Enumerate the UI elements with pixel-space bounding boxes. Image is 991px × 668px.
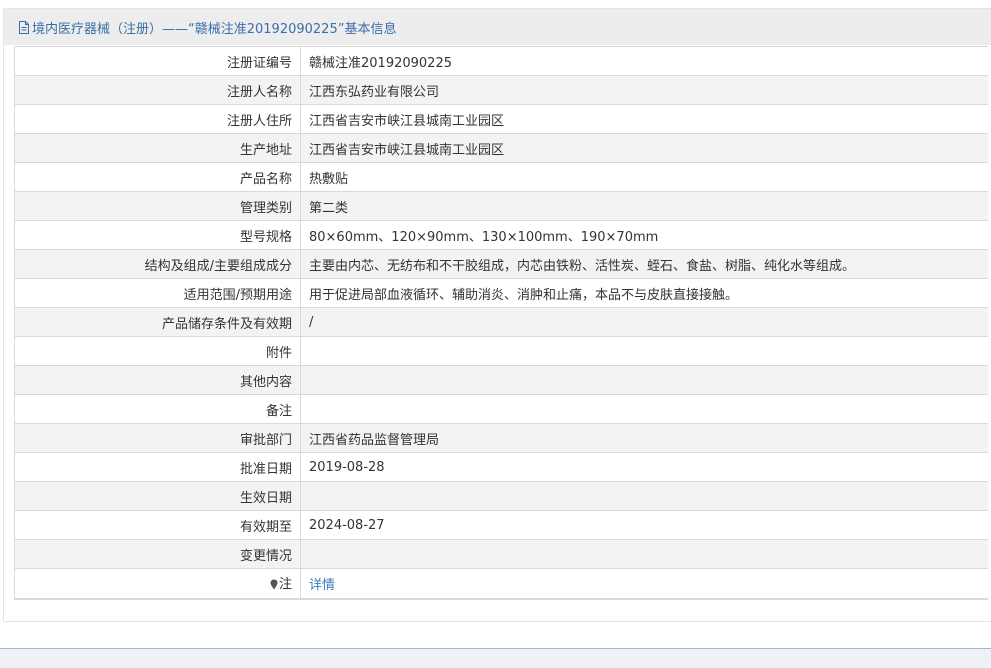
row-label: 批准日期 — [14, 452, 301, 482]
table-row: 注册人名称 江西东弘药业有限公司 — [14, 75, 988, 105]
row-value: 江西东弘药业有限公司 — [300, 75, 988, 105]
row-value: 第二类 — [300, 191, 988, 221]
document-icon — [18, 20, 30, 34]
row-value: 江西省吉安市峡江县城南工业园区 — [300, 104, 988, 134]
row-label: 变更情况 — [14, 539, 301, 569]
row-value — [300, 336, 988, 366]
table-row: 生效日期 — [14, 481, 988, 511]
table-row: 生产地址 江西省吉安市峡江县城南工业园区 — [14, 133, 988, 163]
row-label: 生产地址 — [14, 133, 301, 163]
table-row: 审批部门 江西省药品监督管理局 — [14, 423, 988, 453]
row-label: 备注 — [14, 394, 301, 424]
page-title: 境内医疗器械（注册）——“赣械注准20192090225”基本信息 — [32, 21, 397, 37]
info-table: 注册证编号 赣械注准20192090225 注册人名称 江西东弘药业有限公司 注册人住所… — [14, 46, 988, 600]
table-row: 产品名称 热敷贴 — [14, 162, 988, 192]
panel-header: 境内医疗器械（注册）——“赣械注准20192090225”基本信息 — [4, 9, 991, 45]
table-row: 注册证编号 赣械注准20192090225 — [14, 46, 988, 76]
row-label: 型号规格 — [14, 220, 301, 250]
pin-icon — [270, 579, 278, 594]
table-row: 变更情况 — [14, 539, 988, 569]
row-label: 有效期至 — [14, 510, 301, 540]
row-label: 注册人名称 — [14, 75, 301, 105]
row-label: 注 — [14, 568, 301, 600]
row-value: 2024-08-27 — [300, 510, 988, 540]
row-value: 主要由内芯、无纺布和不干胶组成，内芯由铁粉、活性炭、蛭石、食盐、树脂、纯化水等组… — [300, 249, 988, 279]
table-row: 注册人住所 江西省吉安市峡江县城南工业园区 — [14, 104, 988, 134]
row-value: 江西省吉安市峡江县城南工业园区 — [300, 133, 988, 163]
row-label: 审批部门 — [14, 423, 301, 453]
row-value — [300, 365, 988, 395]
row-label: 注册证编号 — [14, 46, 301, 76]
row-value — [300, 481, 988, 511]
table-row: 附件 — [14, 336, 988, 366]
row-value — [300, 394, 988, 424]
note-label: 注 — [278, 577, 292, 592]
footer-bar — [0, 648, 991, 668]
table-row: 适用范围/预期用途 用于促进局部血液循环、辅助消炎、消肿和止痛，本品不与皮肤直接接… — [14, 278, 988, 308]
table-row: 批准日期 2019-08-28 — [14, 452, 988, 482]
row-label: 附件 — [14, 336, 301, 366]
table-row-note: 注 详情 — [14, 568, 988, 600]
row-value: 赣械注准20192090225 — [300, 46, 988, 76]
row-value — [300, 539, 988, 569]
row-label: 适用范围/预期用途 — [14, 278, 301, 308]
row-label: 产品名称 — [14, 162, 301, 192]
row-label: 注册人住所 — [14, 104, 301, 134]
row-value: 江西省药品监督管理局 — [300, 423, 988, 453]
row-label: 生效日期 — [14, 481, 301, 511]
table-row: 产品储存条件及有效期 / — [14, 307, 988, 337]
row-label: 产品储存条件及有效期 — [14, 307, 301, 337]
row-label: 其他内容 — [14, 365, 301, 395]
row-label: 结构及组成/主要组成成分 — [14, 249, 301, 279]
row-value: 热敷贴 — [300, 162, 988, 192]
details-link[interactable]: 详情 — [309, 578, 335, 593]
table-row: 型号规格 80×60mm、120×90mm、130×100mm、190×70mm — [14, 220, 988, 250]
row-value: 2019-08-28 — [300, 452, 988, 482]
table-row: 备注 — [14, 394, 988, 424]
row-value: 用于促进局部血液循环、辅助消炎、消肿和止痛，本品不与皮肤直接接触。 — [300, 278, 988, 308]
row-value: / — [300, 307, 988, 337]
table-row: 管理类别 第二类 — [14, 191, 988, 221]
row-value: 80×60mm、120×90mm、130×100mm、190×70mm — [300, 220, 988, 250]
table-row: 有效期至 2024-08-27 — [14, 510, 988, 540]
table-row: 其他内容 — [14, 365, 988, 395]
table-row: 结构及组成/主要组成成分 主要由内芯、无纺布和不干胶组成，内芯由铁粉、活性炭、蛭石… — [14, 249, 988, 279]
row-label: 管理类别 — [14, 191, 301, 221]
row-value: 详情 — [300, 568, 988, 600]
